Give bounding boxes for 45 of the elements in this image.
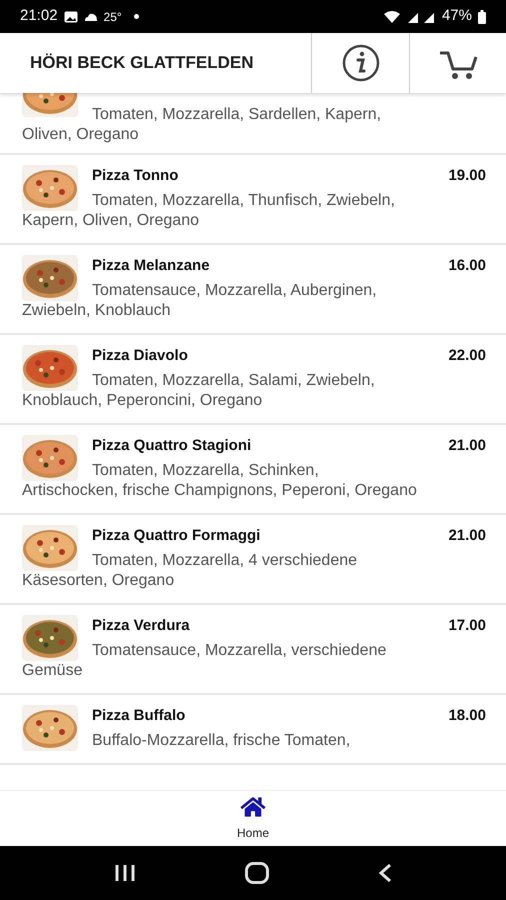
signal-icon xyxy=(406,10,436,22)
battery-icon xyxy=(478,10,486,24)
item-price: 17.00 xyxy=(448,616,486,636)
item-name: Pizza Melanzane xyxy=(92,256,210,276)
menu-item[interactable]: Pizza Tonno 19.00 Tomaten, Mozzarella, Thunfisch, Zwiebeln, Kapern, Oliven, Oregano xyxy=(0,155,506,245)
recent-apps-icon[interactable] xyxy=(114,864,136,882)
back-icon[interactable] xyxy=(378,863,392,883)
item-description: Tomaten, Mozzarella, Schinken, Artischocken, frische Champignons, Peperoni, Oregano xyxy=(22,461,417,501)
item-name: Pizza Tonno xyxy=(92,166,178,186)
item-price: 18.00 xyxy=(448,706,486,726)
item-name: Pizza Diavolo xyxy=(92,346,188,366)
wifi-icon xyxy=(384,10,400,22)
item-name: Pizza Quattro Stagioni xyxy=(92,436,252,456)
item-description: Tomaten, Mozzarella, Salami, Zwiebeln, Knoblauch, Peperoncini, Oregano xyxy=(22,371,376,411)
menu-item[interactable]: Pizza Buffalo 18.00 Buffalo-Mozzarella, frische Tomaten, xyxy=(0,695,506,765)
status-time: 21:02 xyxy=(20,6,58,26)
menu-item[interactable]: Pizza Diavolo 22.00 Tomaten, Mozzarella, Salami, Zwiebeln, Knoblauch, Peperoncini, Oregano xyxy=(0,335,506,425)
item-name: Pizza Verdura xyxy=(92,616,190,636)
item-price: 16.00 xyxy=(448,256,486,276)
nav-tab[interactable]: Home xyxy=(226,791,279,846)
item-description: Tomaten, Mozzarella, Sardellen, Kapern, Oliven, Oregano xyxy=(22,106,382,143)
item-price: 21.00 xyxy=(448,436,486,456)
item-price: 22.00 xyxy=(448,346,486,366)
image-icon xyxy=(64,10,78,22)
menu-item[interactable]: Tomaten, Mozzarella, Sardellen, Kapern, Oliven, Oregano xyxy=(0,93,506,155)
menu-item[interactable]: Pizza Verdura 17.00 Tomatensauce, Mozzarella, verschiedene Gemüse xyxy=(0,605,506,695)
menu-item[interactable]: Pizza Quattro Stagioni 21.00 Tomaten, Mozzarella, Schinken, Artischocken, frische Champignons, Peperoni, Oregano xyxy=(0,425,506,515)
header-title: HÖRI BECK GLATTFELDEN xyxy=(30,52,254,74)
item-name: Pizza Quattro Formaggi xyxy=(92,526,260,546)
menu-item[interactable]: Pizza Melanzane 16.00 Tomatensauce, Mozzarella, Auberginen, Zwiebeln, Knoblauch xyxy=(0,245,506,335)
item-name: Pizza Buffalo xyxy=(92,706,186,726)
item-description: Tomatensauce, Mozzarella, verschiedene Gemüse xyxy=(22,641,388,681)
menu-item[interactable]: Pizza Quattro Formaggi 21.00 Tomaten, Mozzarella, 4 verschiedene Käsesorten, Oregano xyxy=(0,515,506,605)
item-description: Tomaten, Mozzarella, 4 verschiedene Käsesorten, Oregano xyxy=(22,551,358,591)
home-icon xyxy=(240,796,266,818)
cloud-icon xyxy=(84,12,98,20)
item-price: 19.00 xyxy=(448,166,486,186)
home-button-icon[interactable] xyxy=(244,862,269,884)
item-description: Buffalo-Mozzarella, frische Tomaten, xyxy=(91,731,352,751)
item-description: Tomaten, Mozzarella, Thunfisch, Zwiebeln, Kapern, Oliven, Oregano xyxy=(22,191,396,231)
item-price: 21.00 xyxy=(448,526,486,546)
item-description: Tomatensauce, Mozzarella, Auberginen, Zwiebeln, Knoblauch xyxy=(22,281,378,321)
battery-percent: 47% xyxy=(442,6,472,26)
temperature: 25° xyxy=(104,8,122,26)
info-icon[interactable] xyxy=(340,43,380,83)
